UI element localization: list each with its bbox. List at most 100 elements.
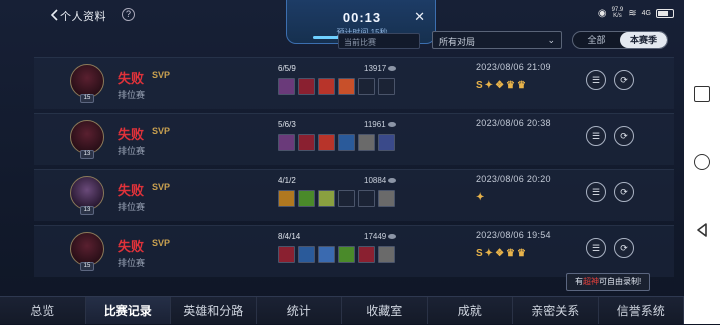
- select-value: 所有对局: [439, 37, 476, 47]
- replay-button[interactable]: ⟳: [614, 126, 634, 146]
- match-type-select[interactable]: 所有对局 ⌄: [432, 31, 562, 49]
- avatar: [70, 120, 104, 154]
- item-slot: [378, 246, 395, 263]
- tab-3[interactable]: 统计: [257, 297, 342, 324]
- match-date: 2023/08/06 19:54: [476, 230, 551, 240]
- system-nav-bar: [684, 0, 720, 324]
- season-toggle: 全部 本赛季: [572, 31, 668, 49]
- replay-button[interactable]: ⟳: [614, 70, 634, 90]
- svp-badge: SVP: [152, 126, 171, 136]
- match-mode: 排位赛: [118, 258, 146, 268]
- filter-current[interactable]: 当前比赛: [338, 33, 420, 49]
- item-slots: [278, 190, 395, 207]
- honor-badge: S: [476, 80, 483, 91]
- avatar: [70, 176, 104, 210]
- match-row[interactable]: 15 失败 SVP 排位赛 8/4/14 17449 2023/08/06 19…: [34, 225, 674, 277]
- item-slots: [278, 78, 395, 95]
- match-mode: 排位赛: [118, 202, 146, 212]
- tab-7[interactable]: 信誉系统: [599, 297, 684, 324]
- honor-badges: S ✦ ❖ ♛ ♛: [476, 80, 526, 91]
- home-button[interactable]: [694, 154, 710, 170]
- honor-badge: ♛: [517, 248, 526, 259]
- tab-0[interactable]: 总览: [0, 297, 86, 324]
- seg-all[interactable]: 全部: [573, 32, 620, 48]
- network-speed: 97.9 K/s: [611, 7, 624, 19]
- coin-icon: [388, 66, 397, 72]
- item-slot: [358, 190, 375, 207]
- item-slot: [318, 190, 335, 207]
- hero-level: 13: [80, 150, 94, 159]
- item-slot: [278, 190, 295, 207]
- item-slot: [278, 134, 295, 151]
- tab-1[interactable]: 比赛记录: [85, 297, 171, 324]
- coin-icon: [388, 178, 397, 184]
- gold-value: 17449: [364, 232, 397, 241]
- item-slot: [298, 78, 315, 95]
- honor-badge: ❖: [495, 80, 505, 91]
- match-row[interactable]: 13 失败 SVP 排位赛 5/6/3 11961 2023/08/06 20:…: [34, 113, 674, 165]
- battery-icon: [656, 8, 674, 18]
- honor-badges: S ✦ ❖ ♛ ♛: [476, 248, 526, 259]
- match-result: 失败: [118, 239, 145, 254]
- detail-button[interactable]: ☰: [586, 238, 606, 258]
- item-slot: [318, 134, 335, 151]
- kda: 4/1/2: [278, 176, 296, 185]
- item-slot: [358, 78, 375, 95]
- hero-level: 13: [80, 206, 94, 215]
- detail-button[interactable]: ☰: [586, 126, 606, 146]
- page-title: 个人资料: [60, 11, 106, 23]
- item-slot: [278, 246, 295, 263]
- coin-icon: [388, 234, 397, 240]
- item-slot: [278, 78, 295, 95]
- item-slot: [358, 134, 375, 151]
- match-result: 失败: [118, 127, 145, 142]
- seg-season[interactable]: 本赛季: [620, 32, 667, 48]
- chevron-down-icon: ⌄: [547, 35, 555, 45]
- recents-button[interactable]: [694, 86, 710, 102]
- item-slot: [298, 134, 315, 151]
- record-tooltip: 有超神可自由录制!: [566, 273, 651, 291]
- replay-button[interactable]: ⟳: [614, 238, 634, 258]
- match-date: 2023/08/06 21:09: [476, 62, 551, 72]
- back-button[interactable]: [694, 222, 710, 238]
- kda: 5/6/3: [278, 120, 296, 129]
- match-mode: 排位赛: [118, 90, 146, 100]
- app-window: 个人资料 ? 00:13 预计时间 15秒 ✕ ◉ 97.9K/s ≋ 4G 当…: [0, 0, 684, 324]
- match-row[interactable]: 13 失败 SVP 排位赛 4/1/2 10884 2023/08/06 20:…: [34, 169, 674, 221]
- honor-badge: ✦: [484, 80, 494, 91]
- match-result: 失败: [118, 71, 145, 86]
- avatar: [70, 64, 104, 98]
- honor-badge: ✦: [476, 192, 485, 203]
- item-slot: [378, 190, 395, 207]
- tab-4[interactable]: 收藏室: [342, 297, 428, 324]
- item-slot: [338, 190, 355, 207]
- match-result: 失败: [118, 183, 145, 198]
- kda: 8/4/14: [278, 232, 301, 241]
- wifi-icon: ≋: [628, 7, 637, 19]
- item-slot: [338, 246, 355, 263]
- honor-badge: ♛: [517, 80, 526, 91]
- close-icon[interactable]: ✕: [414, 9, 425, 25]
- item-slot: [338, 134, 355, 151]
- bottom-tabbar: 总览 比赛记录 英雄和分路 统计 收藏室 成就 亲密关系 信誉系统: [0, 296, 684, 324]
- item-slot: [318, 246, 335, 263]
- svp-badge: SVP: [152, 238, 171, 248]
- tab-2[interactable]: 英雄和分路: [171, 297, 257, 324]
- tab-5[interactable]: 成就: [428, 297, 513, 324]
- item-slots: [278, 134, 395, 151]
- match-row[interactable]: 15 失败 SVP 排位赛 6/5/9 13917 2023/08/06 21:…: [34, 57, 674, 109]
- header: 个人资料 ? 00:13 预计时间 15秒 ✕ ◉ 97.9K/s ≋ 4G: [0, 0, 684, 44]
- item-slot: [318, 78, 335, 95]
- detail-button[interactable]: ☰: [586, 182, 606, 202]
- status-bar: ◉ 97.9 K/s ≋ 4G: [598, 4, 684, 22]
- avatar: [70, 232, 104, 266]
- match-mode: 排位赛: [118, 146, 146, 156]
- item-slot: [298, 246, 315, 263]
- replay-button[interactable]: ⟳: [614, 182, 634, 202]
- detail-button[interactable]: ☰: [586, 70, 606, 90]
- match-date: 2023/08/06 20:38: [476, 118, 551, 128]
- tab-6[interactable]: 亲密关系: [513, 297, 599, 324]
- honor-badge: ✦: [484, 248, 494, 259]
- hero-level: 15: [80, 262, 94, 271]
- help-icon[interactable]: ?: [122, 8, 135, 21]
